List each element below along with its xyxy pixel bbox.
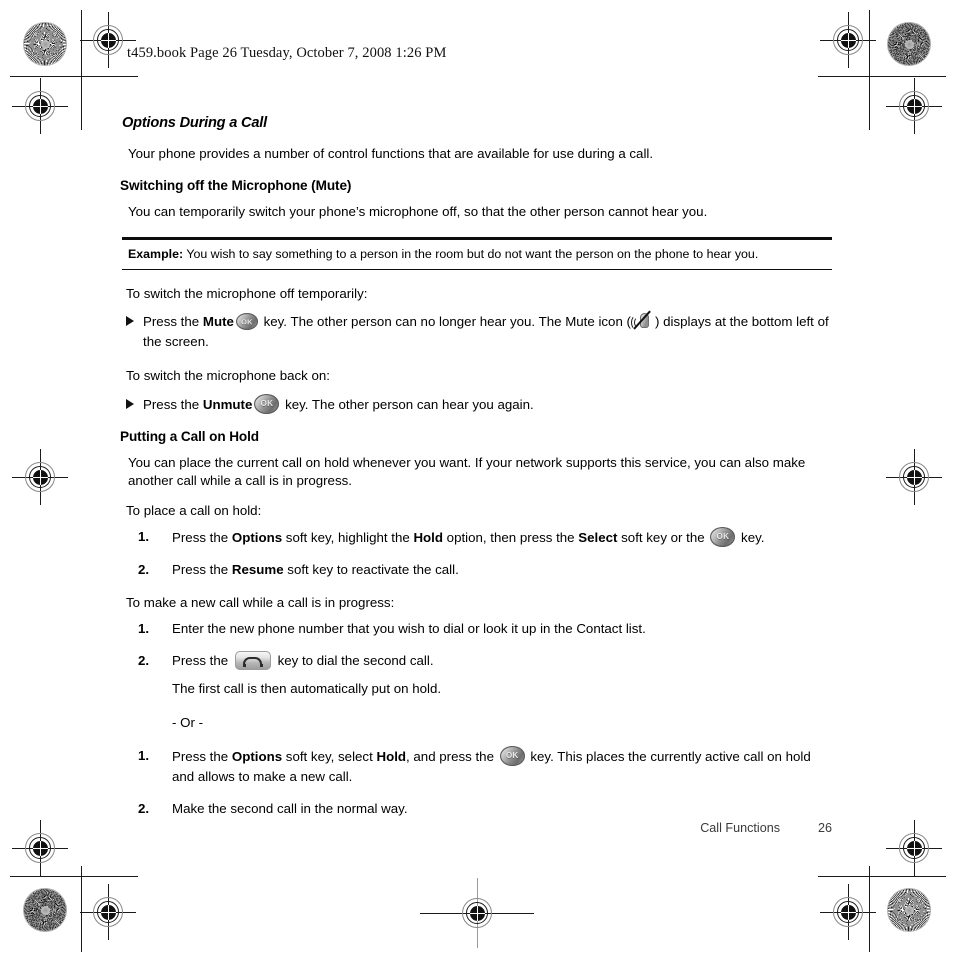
lead-in-mute-on: To switch the microphone back on: xyxy=(126,368,330,384)
step-mute-off-text: Press the Mute key. The other person can… xyxy=(143,310,832,352)
hold-intro: You can place the current call on hold w… xyxy=(128,454,806,489)
footer-page-number: 26 xyxy=(817,821,832,835)
list-text: Press the key to dial the second call. Th… xyxy=(150,650,832,733)
list-number: 2. xyxy=(138,652,150,668)
example-callout: Example: You wish to say something to a … xyxy=(122,237,832,271)
handset-glyph xyxy=(242,657,263,667)
ok-key-icon[interactable] xyxy=(254,393,280,414)
step-text-1: Press the xyxy=(143,396,203,412)
example-body: You wish to say something to a person in… xyxy=(186,246,759,261)
section-intro: Your phone provides a number of control … xyxy=(128,145,654,161)
list-item: 1. Press the Options soft key, highlight… xyxy=(120,526,832,548)
list-text: Press the Options soft key, highlight th… xyxy=(150,526,832,548)
steps-or-alternative: 1. Press the Options soft key, select Ho… xyxy=(120,746,832,819)
list-text: Press the Resume soft key to reactivate … xyxy=(150,560,832,580)
step-text-1: Press the xyxy=(172,749,232,765)
lead-in-place-hold: To place a call on hold: xyxy=(126,503,262,519)
keyword-mute: Mute xyxy=(202,314,234,330)
keyword-select: Select xyxy=(578,529,618,545)
list-text: Enter the new phone number that you wish… xyxy=(172,620,646,636)
list-number: 1. xyxy=(138,748,150,764)
steps-new-call: 1. Enter the new phone number that you w… xyxy=(120,619,832,733)
list-item: 2. Press the key to dial the second call… xyxy=(120,650,832,733)
ok-key-icon[interactable] xyxy=(710,526,736,547)
lead-in-new-call: To make a new call while a call is in pr… xyxy=(126,595,395,611)
step-text-4: soft key or the xyxy=(617,529,709,545)
step-text-1: Press the xyxy=(172,561,232,577)
list-text: Press the Options soft key, select Hold,… xyxy=(150,746,832,787)
list-item: 1. Enter the new phone number that you w… xyxy=(120,619,832,639)
step-text-2: key. The other person can hear you again… xyxy=(281,396,534,412)
arrow-bullet-icon xyxy=(126,398,134,409)
page-content: Options During a Call Your phone provide… xyxy=(120,112,832,831)
step-text-3: , and press the xyxy=(406,749,498,765)
step-or-separator: - Or - xyxy=(172,714,204,730)
step-text-3: option, then press the xyxy=(442,529,579,545)
manual-page: t459.book Page 26 Tuesday, October 7, 20… xyxy=(0,0,954,954)
step-text-2: key. The other person can no longer hear… xyxy=(259,314,631,330)
list-text: Make the second call in the normal way. xyxy=(172,801,408,817)
example-rule-bottom xyxy=(122,269,832,271)
send-key-icon[interactable] xyxy=(234,650,271,670)
keyword-options: Options xyxy=(231,749,283,765)
ok-key-icon[interactable] xyxy=(499,746,525,767)
step-text-2: soft key to reactivate the call. xyxy=(283,561,459,577)
mute-status-icon xyxy=(630,310,655,331)
example-label: Example: xyxy=(128,246,184,261)
hold-heading: Putting a Call on Hold xyxy=(120,429,260,445)
file-header: t459.book Page 26 Tuesday, October 7, 20… xyxy=(127,45,447,61)
keyword-hold: Hold xyxy=(413,529,443,545)
steps-place-on-hold: 1. Press the Options soft key, highlight… xyxy=(120,526,832,580)
keyword-resume: Resume xyxy=(231,561,284,577)
step-text-2: soft key, highlight the xyxy=(282,529,414,545)
step-substep-hold-note: The first call is then automatically put… xyxy=(172,680,442,696)
keyword-hold: Hold xyxy=(376,749,407,765)
page-footer: Call Functions 26 xyxy=(120,821,832,835)
list-number: 2. xyxy=(138,801,150,817)
step-text-2: soft key, select xyxy=(282,749,377,765)
list-item: 2. Press the Resume soft key to reactiva… xyxy=(120,560,832,580)
step-text-1: Press the xyxy=(172,652,232,668)
step-text-5: key. xyxy=(737,529,765,545)
mute-intro: You can temporarily switch your phone’s … xyxy=(128,203,708,219)
ok-key-icon[interactable] xyxy=(235,313,258,331)
keyword-unmute: Unmute xyxy=(202,396,253,412)
list-number: 2. xyxy=(138,561,150,577)
step-text-1: Press the xyxy=(143,314,203,330)
footer-chapter: Call Functions xyxy=(700,821,780,835)
list-number: 1. xyxy=(138,620,150,636)
step-mute-on: Press the Unmute key. The other person c… xyxy=(126,393,832,415)
lead-in-mute-off: To switch the microphone off temporarily… xyxy=(126,286,368,302)
step-mute-off: Press the Mute key. The other person can… xyxy=(126,310,832,352)
list-item: 2. Make the second call in the normal wa… xyxy=(120,799,832,819)
step-mute-on-text: Press the Unmute key. The other person c… xyxy=(143,393,832,415)
list-number: 1. xyxy=(138,528,150,544)
mute-heading: Switching off the Microphone (Mute) xyxy=(120,178,352,194)
arrow-bullet-icon xyxy=(126,316,134,327)
section-heading: Options During a Call xyxy=(122,115,267,131)
list-item: 1. Press the Options soft key, select Ho… xyxy=(120,746,832,787)
example-text: Example: You wish to say something to a … xyxy=(122,240,832,269)
keyword-options: Options xyxy=(231,529,283,545)
step-text-1: Press the xyxy=(172,529,232,545)
step-text-2: key to dial the second call. xyxy=(273,652,434,668)
